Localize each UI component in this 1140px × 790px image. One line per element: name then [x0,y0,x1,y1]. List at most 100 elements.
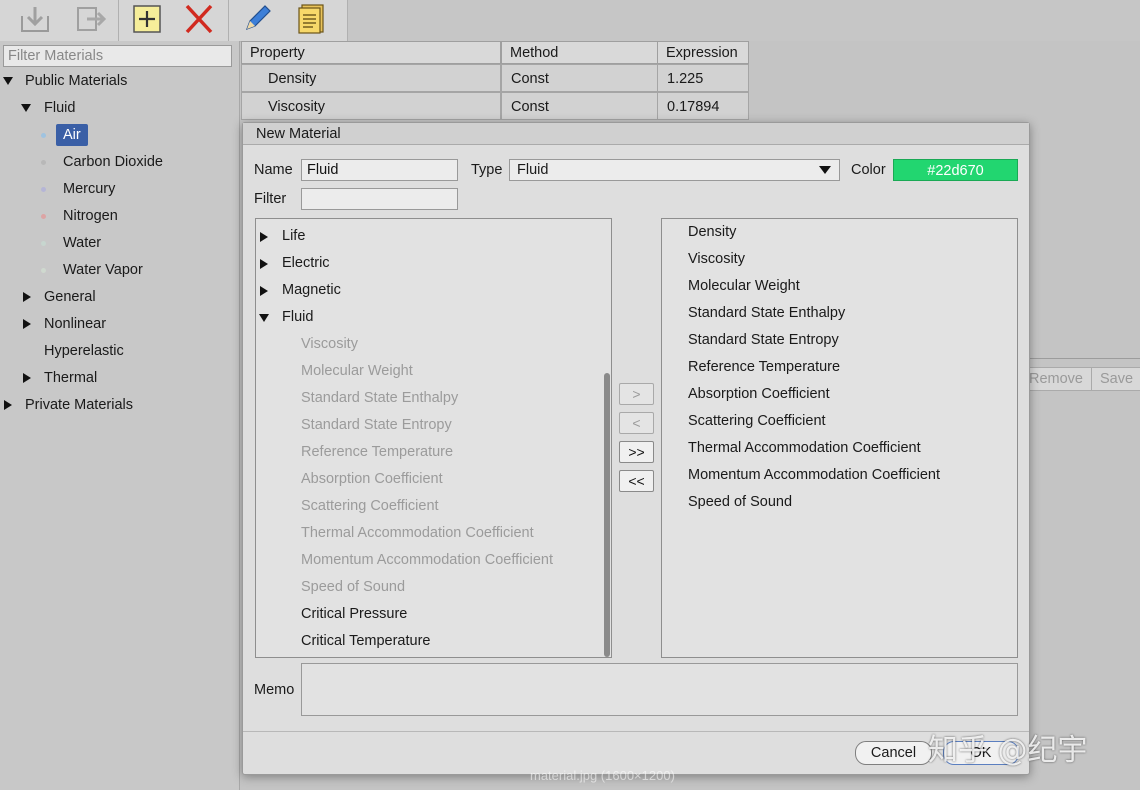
tree-node-fluid[interactable]: Fluid [0,96,238,120]
selected-item[interactable]: Absorption Coefficient [688,381,830,408]
selected-item[interactable]: Viscosity [688,246,745,273]
group-life[interactable]: Life [256,223,596,250]
tree-node-thermal[interactable]: Thermal [0,366,238,390]
selected-item[interactable]: Molecular Weight [688,273,800,300]
column-header-property[interactable]: Property [241,41,501,64]
tree-node-public-materials[interactable]: Public Materials [0,69,238,93]
image-caption: material.jpg (1600×1200) [530,768,675,783]
expanded-arrow-icon[interactable] [259,314,269,322]
selected-item[interactable]: Speed of Sound [688,489,792,516]
available-properties-list[interactable]: Life Electric Magnetic Fluid Viscosity M… [255,218,612,658]
cancel-button[interactable]: Cancel [855,741,932,765]
list-item-critical-temperature[interactable]: Critical Temperature [301,628,430,655]
column-header-expression[interactable]: Expression [657,41,749,64]
selected-item[interactable]: Standard State Entropy [688,327,839,354]
color-label: Color [851,162,886,178]
collapsed-arrow-icon[interactable] [23,292,31,302]
tree-item-water[interactable]: Water [0,231,238,255]
remove-selected-button[interactable]: < [619,412,654,434]
tree-node-label: Nonlinear [44,316,107,332]
selected-item[interactable]: Standard State Enthalpy [688,300,845,327]
list-item-disabled: Absorption Coefficient [301,471,443,487]
toolbar-filler [348,0,1140,41]
tree-item-water-vapor[interactable]: Water Vapor [0,258,238,282]
collapsed-arrow-icon[interactable] [23,373,31,383]
edit-button[interactable] [238,2,276,36]
tree-item-mercury[interactable]: Mercury [0,177,238,201]
memo-textarea[interactable] [301,663,1018,716]
tree-item-label: Air [56,124,88,146]
table-cell-method[interactable]: Const [501,64,658,92]
type-select[interactable]: Fluid [509,159,840,181]
add-button[interactable] [128,2,166,36]
collapsed-arrow-icon[interactable] [4,400,12,410]
expanded-arrow-icon[interactable] [21,104,31,112]
list-item-disabled: Standard State Enthalpy [301,390,459,406]
table-cell-property[interactable]: Viscosity [241,92,501,120]
collapsed-arrow-icon[interactable] [23,319,31,329]
delete-button[interactable] [180,2,218,36]
remove-all-button[interactable]: << [619,470,654,492]
tree-item-air[interactable]: Air [0,123,238,147]
add-icon [133,5,161,33]
save-button[interactable]: Save [1091,367,1140,391]
selected-properties-list[interactable]: Density Viscosity Molecular Weight Stand… [661,218,1018,658]
import-icon [21,7,49,32]
group-fluid[interactable]: Fluid [256,304,596,331]
table-cell-expression[interactable]: 0.17894 [657,92,749,120]
tree-item-nitrogen[interactable]: Nitrogen [0,204,238,228]
divider [1028,358,1140,359]
table-cell-expression[interactable]: 1.225 [657,64,749,92]
materials-sidebar: Public Materials Fluid Air Carbon Dioxid… [0,41,240,790]
tree-node-general[interactable]: General [0,285,238,309]
filter-materials-input[interactable] [3,45,232,67]
add-all-button[interactable]: >> [619,441,654,463]
toolbar-separator [228,0,229,41]
tree-item-label: Carbon Dioxide [63,154,163,170]
tree-item-carbon-dioxide[interactable]: Carbon Dioxide [0,150,238,174]
remove-button[interactable]: Remove [1020,367,1092,391]
type-label: Type [471,162,503,178]
material-color-dot [41,160,46,165]
name-label: Name [254,162,293,178]
tree-node-hyperelastic[interactable]: Hyperelastic [0,339,238,363]
filter-label: Filter [254,191,287,207]
collapsed-arrow-icon[interactable] [260,232,268,242]
list-item-critical-pressure[interactable]: Critical Pressure [301,601,407,628]
group-magnetic[interactable]: Magnetic [256,277,596,304]
list-item-disabled: Speed of Sound [301,579,406,595]
tree-node-private-materials[interactable]: Private Materials [0,393,238,417]
tree-node-label: Private Materials [25,397,133,413]
list-item-disabled: Reference Temperature [301,444,454,460]
table-cell-property[interactable]: Density [241,64,501,92]
group-label: Fluid [282,309,314,325]
collapsed-arrow-icon[interactable] [260,259,268,269]
selected-item[interactable]: Reference Temperature [688,354,840,381]
selected-item[interactable]: Momentum Accommodation Coefficient [688,462,940,489]
table-cell-method[interactable]: Const [501,92,658,120]
add-selected-button[interactable]: > [619,383,654,405]
color-picker-button[interactable]: #22d670 [893,159,1018,181]
material-color-dot [41,268,46,273]
export-button[interactable] [73,2,111,36]
tree-node-nonlinear[interactable]: Nonlinear [0,312,238,336]
list-item-disabled: Scattering Coefficient [301,498,439,514]
column-header-method[interactable]: Method [501,41,658,64]
document-button[interactable] [292,2,330,36]
import-button[interactable] [16,2,54,36]
material-color-dot [41,133,46,138]
selected-item[interactable]: Scattering Coefficient [688,408,826,435]
group-label: Magnetic [282,282,341,298]
collapsed-arrow-icon[interactable] [260,286,268,296]
filter-input[interactable] [301,188,458,210]
tree-node-label: Hyperelastic [44,343,124,359]
group-electric[interactable]: Electric [256,250,596,277]
tree-node-label: Thermal [44,370,98,386]
tree-node-label: Fluid [44,100,76,116]
selected-item[interactable]: Thermal Accommodation Coefficient [688,435,921,462]
scrollbar-thumb[interactable] [604,373,610,657]
name-input[interactable] [301,159,458,181]
group-label: Electric [282,255,330,271]
expanded-arrow-icon[interactable] [3,77,13,85]
selected-item[interactable]: Density [688,219,736,246]
